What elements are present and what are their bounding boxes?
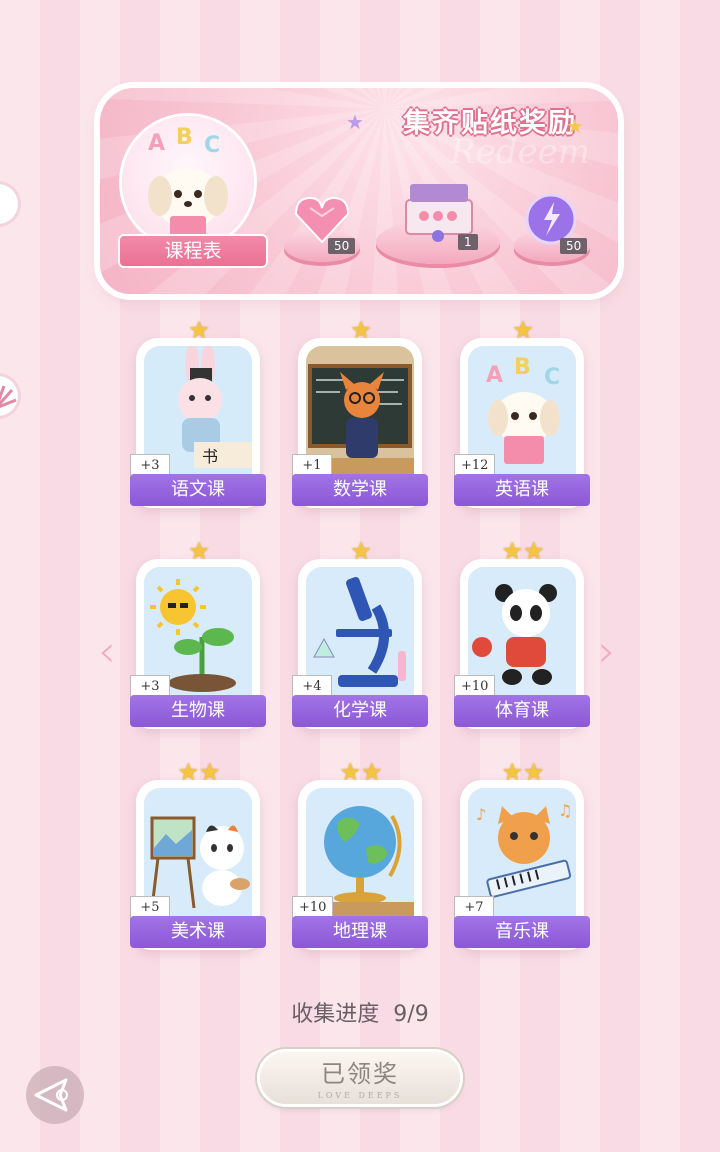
claimed-button[interactable]: 已领奖 LOVE DEEPS [260,1052,460,1104]
svg-text:♫: ♫ [558,801,572,820]
course-card-frame: +10 地理课 [292,780,428,950]
star-rating-icon: ★ [512,316,534,344]
course-name: 化学课 [292,695,428,727]
star-rating-icon: ★ [350,316,372,344]
course-card-frame: +4 化学课 [292,559,428,729]
course-card[interactable]: A B C +12 英语课 ★ [454,316,590,508]
course-card[interactable]: +3 生物课 ★ [130,537,266,729]
star-deco-icon: ★ [566,114,584,138]
star-rating-icon: ★ [188,537,210,565]
course-card[interactable]: +5 美术课 ★★ [130,758,266,950]
course-name: 语文课 [130,474,266,506]
side-tab-middle[interactable] [0,376,18,416]
progress-value: 9/9 [393,1002,429,1027]
fan-icon [0,385,17,409]
next-page-arrow-icon[interactable]: › [598,626,616,677]
course-card[interactable]: +4 化学课 ★ [292,537,428,729]
course-card[interactable]: ♪ ♫ +7 音乐课 ★★ [454,758,590,950]
course-name: 英语课 [454,474,590,506]
star-deco-icon: ★ [346,110,364,134]
course-card-frame: +1 数学课 [292,338,428,508]
claimed-button-label: 已领奖 [321,1060,399,1088]
back-button[interactable] [26,1066,84,1124]
svg-text:B: B [176,125,193,150]
course-name: 美术课 [130,916,266,948]
svg-text:B: B [514,355,531,380]
svg-text:A: A [486,363,503,388]
back-arrow-icon [34,1078,68,1112]
svg-text:C: C [544,365,560,390]
course-card-frame: +10 体育课 [454,559,590,729]
course-card-frame: ♪ ♫ +7 音乐课 [454,780,590,950]
course-name: 数学课 [292,474,428,506]
svg-text:书: 书 [202,447,218,466]
star-rating-icon: ★ [188,316,210,344]
prev-page-arrow-icon[interactable]: ‹ [98,626,116,677]
course-name: 体育课 [454,695,590,727]
course-card-frame: A B C +12 英语课 [454,338,590,508]
course-name: 音乐课 [454,916,590,948]
side-tab-top[interactable] [0,184,18,224]
svg-text:♪: ♪ [476,805,486,824]
course-name: 生物课 [130,695,266,727]
schedule-portrait[interactable]: A B C [122,116,254,248]
course-card[interactable]: 书 +3 语文课 ★ [130,316,266,508]
reward-count-gift: 1 [458,234,478,250]
course-card[interactable]: +1 数学课 ★ [292,316,428,508]
course-card[interactable]: +10 体育课 ★★ [454,537,590,729]
reward-banner: Redeem 集齐贴纸奖励 ★ ★ A B C 课程表 50 1 50 [100,88,618,294]
course-card[interactable]: +10 地理课 ★★ [292,758,428,950]
collection-progress: 收集进度 9/9 [0,996,720,1028]
star-rating-icon: ★ [350,537,372,565]
reward-count-orb: 50 [560,238,588,254]
reward-count-heart: 50 [328,238,356,254]
claimed-button-sub: LOVE DEEPS [317,1091,403,1100]
course-card-frame: 书 +3 语文课 [130,338,266,508]
star-rating-icon: ★★ [501,537,545,565]
course-card-frame: +3 生物课 [130,559,266,729]
star-rating-icon: ★★ [501,758,545,786]
svg-text:A: A [148,131,165,156]
star-rating-icon: ★★ [339,758,383,786]
star-rating-icon: ★★ [177,758,221,786]
svg-text:C: C [204,133,220,158]
course-card-frame: +5 美术课 [130,780,266,950]
schedule-button[interactable]: 课程表 [118,234,268,268]
puppy-reading-icon: A B C [148,125,228,240]
progress-label: 收集进度 [291,1002,380,1027]
course-name: 地理课 [292,916,428,948]
